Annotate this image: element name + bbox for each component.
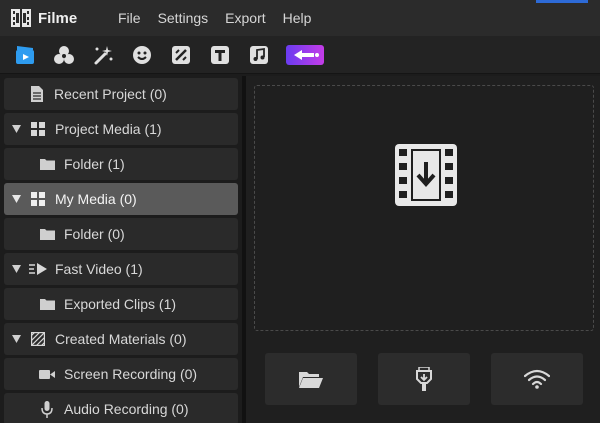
app-brand: Filme	[0, 7, 118, 29]
sidebar-item-my-media[interactable]: My Media (0)	[4, 183, 238, 215]
menu-file[interactable]: File	[118, 10, 141, 26]
sticker-tool-button[interactable]	[129, 42, 155, 68]
media-tool-button[interactable]	[12, 42, 38, 68]
sidebar-item-label: Created Materials (0)	[55, 331, 187, 347]
sidebar-item-label: Recent Project (0)	[54, 86, 167, 102]
music-icon	[250, 45, 268, 64]
sidebar-item-screen-recording[interactable]: Screen Recording (0)	[4, 358, 238, 390]
media-icon	[16, 45, 34, 64]
premium-tool-button[interactable]	[285, 42, 325, 68]
filme-logo-icon	[11, 9, 31, 27]
sidebar-item-project-folder[interactable]: Folder (1)	[4, 148, 238, 180]
magic-icon	[94, 45, 113, 64]
sidebar-item-exported-clips[interactable]: Exported Clips (1)	[4, 288, 238, 320]
sidebar-item-fast-video[interactable]: Fast Video (1)	[4, 253, 238, 285]
sidebar-item-label: Folder (0)	[64, 226, 125, 242]
app-name: Filme	[38, 9, 78, 27]
expand-arrow-icon[interactable]	[12, 335, 21, 343]
expand-arrow-icon[interactable]	[12, 265, 21, 273]
media-toolbar	[0, 36, 600, 74]
expand-arrow-icon[interactable]	[12, 125, 21, 133]
fast-forward-icon	[29, 260, 47, 278]
sidebar-item-created-materials[interactable]: Created Materials (0)	[4, 323, 238, 355]
sidebar-item-label: Screen Recording (0)	[64, 366, 198, 382]
sticker-icon	[133, 45, 151, 64]
effects-tool-button[interactable]	[51, 42, 77, 68]
media-library-sidebar: Recent Project (0) Project Media (1) Fol…	[0, 76, 244, 423]
text-tool-button[interactable]	[207, 42, 233, 68]
microphone-icon	[38, 400, 56, 418]
menu-settings[interactable]: Settings	[158, 10, 209, 26]
folder-icon	[38, 155, 56, 173]
sidebar-item-recent-project[interactable]: Recent Project (0)	[4, 78, 238, 110]
document-icon	[28, 85, 46, 103]
premium-icon	[286, 44, 324, 65]
sidebar-item-my-media-folder[interactable]: Folder (0)	[4, 218, 238, 250]
wifi-icon	[524, 369, 550, 389]
magic-tool-button[interactable]	[90, 42, 116, 68]
folder-icon	[38, 225, 56, 243]
media-panel	[246, 76, 600, 423]
menu-export[interactable]: Export	[225, 10, 265, 26]
menu-bar: Filme File Settings Export Help	[0, 0, 600, 36]
open-folder-button[interactable]	[265, 353, 357, 405]
materials-icon	[29, 330, 47, 348]
sidebar-item-label: Exported Clips (1)	[64, 296, 177, 312]
open-folder-icon	[299, 372, 323, 388]
sidebar-item-label: Project Media (1)	[55, 121, 162, 137]
text-icon	[211, 45, 229, 64]
sidebar-item-label: Audio Recording (0)	[64, 401, 189, 417]
transition-tool-button[interactable]	[168, 42, 194, 68]
transition-icon	[172, 45, 190, 64]
window-accent-strip	[536, 0, 588, 3]
usb-device-icon	[416, 367, 432, 391]
sidebar-item-label: Folder (1)	[64, 156, 125, 172]
sidebar-item-project-media[interactable]: Project Media (1)	[4, 113, 238, 145]
sidebar-item-label: My Media (0)	[55, 191, 137, 207]
camera-icon	[38, 365, 56, 383]
expand-arrow-icon[interactable]	[12, 195, 21, 203]
media-drop-zone[interactable]	[254, 85, 594, 331]
grid-icon	[29, 120, 47, 138]
usb-import-button[interactable]	[378, 353, 470, 405]
wifi-import-button[interactable]	[491, 353, 583, 405]
import-film-icon	[395, 144, 457, 206]
sidebar-item-label: Fast Video (1)	[55, 261, 143, 277]
menu-help[interactable]: Help	[283, 10, 312, 26]
folder-icon	[38, 295, 56, 313]
effects-icon	[54, 45, 74, 64]
music-tool-button[interactable]	[246, 42, 272, 68]
grid-icon	[29, 190, 47, 208]
sidebar-item-audio-recording[interactable]: Audio Recording (0)	[4, 393, 238, 423]
